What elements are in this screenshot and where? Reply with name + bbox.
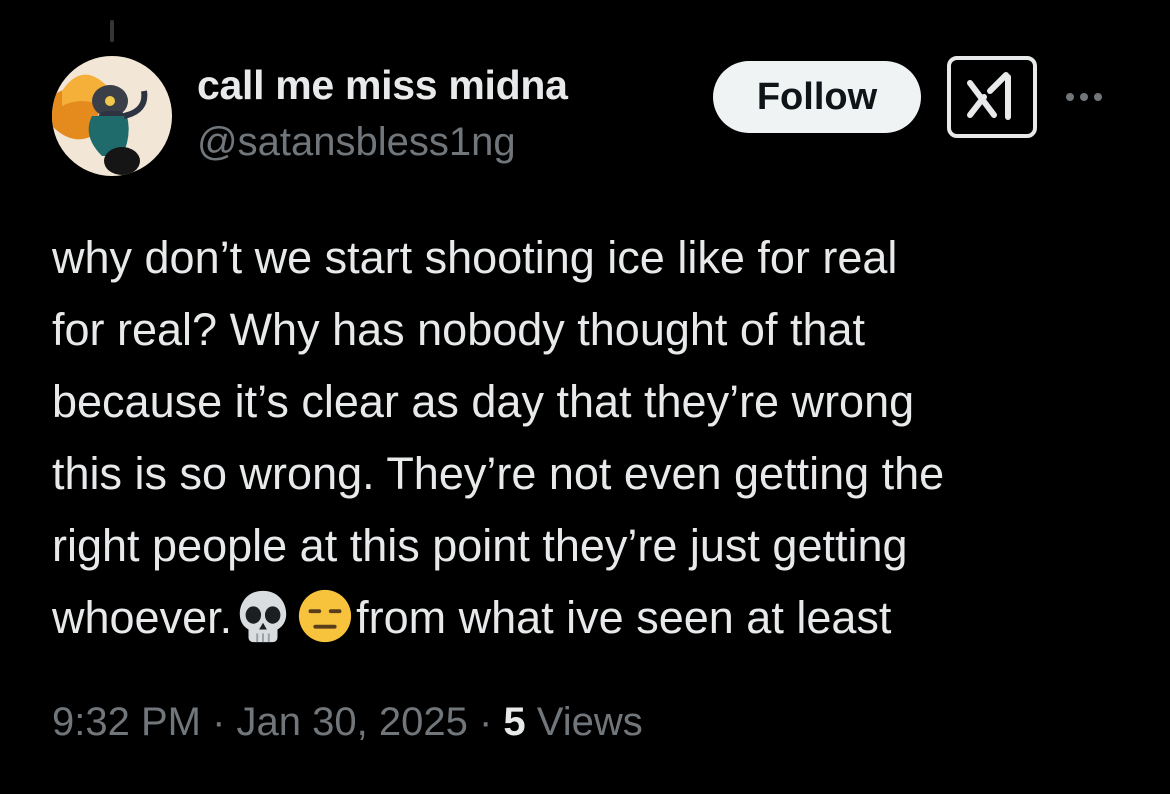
tweet-text-segment: whoever. — [52, 592, 233, 643]
author-handle[interactable]: @satansbless1ng — [197, 120, 516, 165]
meta-separator: · — [467, 700, 504, 744]
follow-button[interactable]: Follow — [713, 61, 921, 133]
tweet-text-line: why don’t we start shooting ice like for… — [52, 232, 898, 283]
tweet-text-line: because it’s clear as day that they’re w… — [52, 376, 915, 427]
avatar[interactable] — [52, 56, 172, 176]
more-icon-dot — [1066, 93, 1074, 101]
expressionless-face-emoji — [299, 589, 352, 643]
tweet-date[interactable]: Jan 30, 2025 — [237, 700, 468, 744]
tweet-text-line: whoever. from what ive seen at least — [52, 582, 1142, 654]
meta-separator: · — [200, 700, 237, 744]
tweet-text-line: for real? Why has nobody thought of that — [52, 304, 866, 355]
views-count: 5 — [503, 700, 526, 744]
tweet-text-segment: from what ive seen at least — [356, 592, 892, 643]
views-label: Views — [536, 700, 643, 744]
tweet-time[interactable]: 9:32 PM — [52, 700, 201, 744]
thread-connector-line — [110, 20, 114, 42]
tweet-text: why don’t we start shooting ice like for… — [52, 222, 1142, 654]
grok-button[interactable] — [947, 56, 1037, 138]
author-display-name[interactable]: call me miss midna — [197, 62, 568, 109]
skull-emoji — [239, 590, 287, 643]
avatar-image — [52, 56, 172, 176]
tweet-text-line: this is so wrong. They’re not even getti… — [52, 448, 945, 499]
tweet-text-line: right people at this point they’re just … — [52, 520, 908, 571]
more-icon-dot — [1094, 93, 1102, 101]
more-button[interactable] — [1066, 82, 1116, 112]
more-icon-dot — [1080, 93, 1088, 101]
tweet-meta: 9:32 PM · Jan 30, 2025 · 5 Views — [52, 700, 643, 745]
grok-icon — [967, 72, 1011, 120]
